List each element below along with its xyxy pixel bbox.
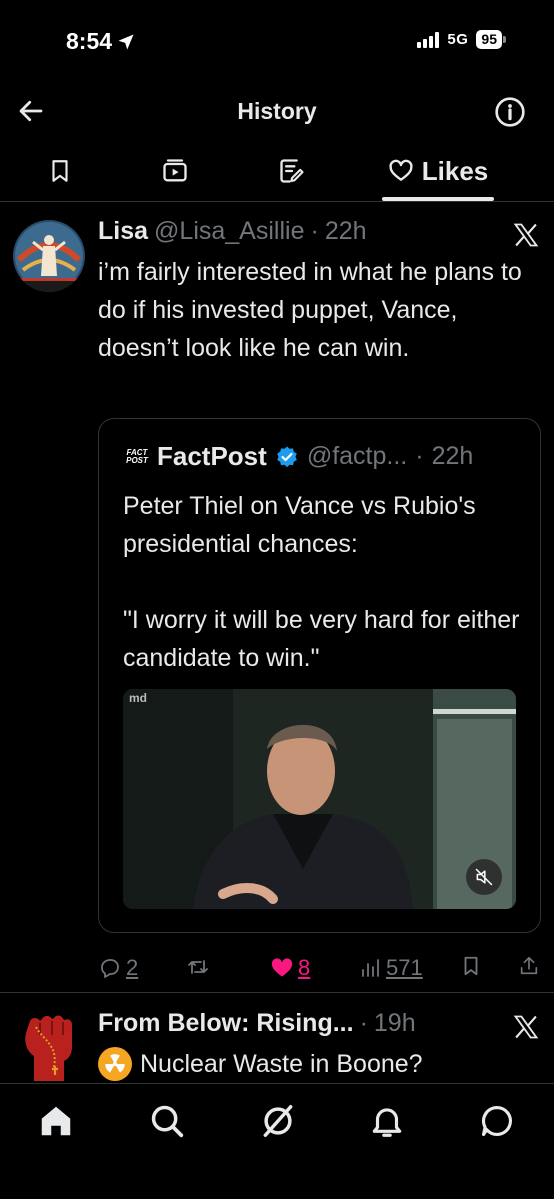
reply-icon — [101, 959, 119, 978]
quoted-tweet[interactable]: FACT POST FactPost @factp... · 22h Peter… — [98, 418, 541, 933]
tab-videos[interactable] — [145, 140, 205, 202]
tab-articles[interactable] — [262, 140, 322, 202]
video-thumbnail[interactable]: md — [123, 689, 516, 909]
bookmark-outline-icon — [464, 956, 478, 976]
speaker-muted-icon — [475, 868, 493, 886]
battery-icon: 95 — [476, 30, 506, 49]
tweet[interactable]: From Below: Rising... · 19h Nuclear Wast… — [0, 995, 554, 1083]
like-button[interactable]: 8 — [270, 955, 310, 981]
active-tab-indicator — [382, 197, 494, 201]
home-icon[interactable] — [37, 1102, 75, 1140]
author-handle[interactable]: @Lisa_Asillie — [154, 217, 304, 246]
video-frame — [123, 689, 516, 909]
tweet[interactable]: Lisa @Lisa_Asillie · 22h i’m fairly inte… — [0, 203, 554, 993]
mute-button[interactable] — [466, 859, 502, 895]
md-logo: md — [129, 691, 147, 705]
top-header: History — [0, 86, 554, 136]
share-icon — [520, 956, 538, 975]
battery-level: 95 — [476, 30, 502, 49]
bottom-nav — [0, 1083, 554, 1199]
share-button[interactable] — [518, 955, 540, 977]
bookmark-button[interactable] — [460, 955, 482, 977]
location-arrow-icon — [118, 34, 134, 49]
quote-author-name[interactable]: FactPost — [157, 441, 267, 472]
quote-author-handle[interactable]: @factp... — [307, 442, 407, 471]
tab-likes-label: Likes — [421, 155, 489, 186]
signal-icon — [417, 31, 440, 48]
tweet-time[interactable]: 22h — [325, 217, 367, 246]
like-count: 8 — [298, 955, 311, 980]
messages-icon[interactable] — [478, 1102, 516, 1140]
grok-icon[interactable] — [259, 1102, 297, 1140]
factpost-logo: FACT POST — [126, 447, 148, 465]
avatar[interactable] — [13, 220, 85, 292]
views-button[interactable]: 571 — [358, 955, 423, 981]
status-bar: 8:54 5G 95 — [0, 0, 554, 86]
tweet-header: From Below: Rising... · 19h — [98, 1009, 416, 1038]
tweet-text: Nuclear Waste in Boone? — [140, 1049, 423, 1078]
network-label: 5G — [447, 31, 469, 48]
tweet-actions: 2 8 571 — [98, 955, 543, 985]
view-count: 571 — [386, 955, 423, 980]
radioactive-emoji-icon — [98, 1047, 132, 1081]
tab-likes[interactable]: Likes — [382, 140, 494, 202]
heart-filled-icon — [271, 958, 293, 977]
repost-button[interactable] — [186, 955, 214, 979]
views-chart-icon — [362, 959, 379, 977]
quote-header: FACT POST FactPost @factp... · 22h — [126, 441, 474, 472]
page-title: History — [237, 98, 317, 124]
tweet-text: i’m fairly interested in what he plans t… — [98, 258, 522, 362]
tweet-time[interactable]: 19h — [374, 1009, 416, 1038]
author-name[interactable]: From Below: Rising... — [98, 1009, 354, 1038]
reply-button[interactable]: 2 — [98, 955, 138, 981]
status-time: 8:54 — [66, 28, 113, 54]
info-icon[interactable] — [494, 96, 526, 128]
article-edit-icon — [280, 159, 304, 183]
heart-outline-icon — [389, 159, 413, 181]
quote-time[interactable]: 22h — [432, 442, 474, 471]
quote-text: Peter Thiel on Vance vs Rubio's presiden… — [123, 492, 520, 672]
x-logo-icon[interactable] — [512, 1013, 540, 1041]
verified-badge-icon — [277, 446, 297, 467]
reply-count: 2 — [126, 955, 139, 980]
repost-icon — [188, 960, 208, 974]
search-icon[interactable] — [148, 1102, 186, 1140]
notifications-bell-icon[interactable] — [368, 1102, 406, 1140]
bookmark-icon — [52, 160, 68, 182]
author-name[interactable]: Lisa — [98, 217, 148, 246]
x-logo-icon[interactable] — [512, 221, 540, 249]
tweet-header: Lisa @Lisa_Asillie · 22h — [98, 217, 367, 246]
raised-fist-avatar[interactable] — [14, 1011, 84, 1081]
video-icon — [163, 159, 187, 182]
history-tabs: Likes — [0, 140, 554, 202]
tab-bookmarks[interactable] — [30, 140, 90, 202]
